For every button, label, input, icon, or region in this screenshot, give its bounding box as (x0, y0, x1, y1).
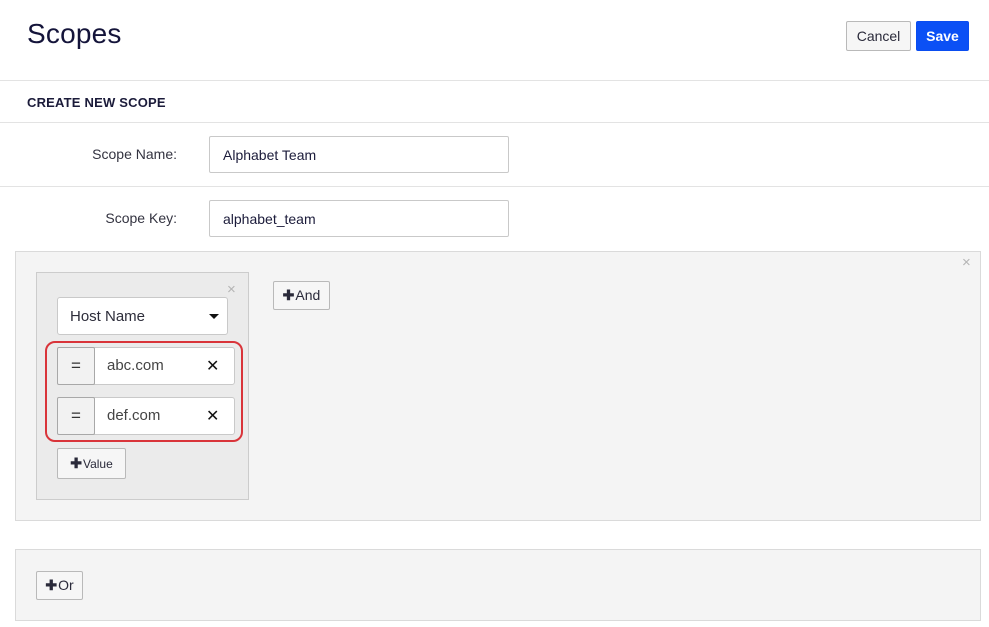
add-value-button[interactable]: ✚Value (57, 448, 126, 479)
plus-icon: ✚ (282, 287, 295, 303)
add-and-button[interactable]: ✚And (273, 281, 330, 310)
plus-icon: ✚ (45, 577, 58, 593)
field-select[interactable]: Host Name (57, 297, 228, 335)
page-header: Scopes Cancel Save (0, 0, 989, 81)
scope-name-label: Scope Name: (92, 146, 177, 162)
scope-key-row: Scope Key: (0, 187, 989, 251)
add-and-label: And (295, 287, 321, 303)
remove-condition-icon[interactable]: × (227, 282, 236, 297)
remove-value-icon[interactable]: ✕ (206, 406, 219, 426)
operator-button[interactable]: = (57, 347, 95, 385)
section-title: CREATE NEW SCOPE (27, 95, 166, 110)
value-text[interactable]: def.com (107, 407, 160, 424)
or-section: ✚Or (15, 549, 981, 621)
scope-key-label: Scope Key: (105, 210, 177, 226)
rule-group-panel: × × Host Name = abc.com ✕ = def.com ✕ ✚V… (15, 251, 981, 521)
value-text[interactable]: abc.com (107, 357, 164, 374)
cancel-button[interactable]: Cancel (846, 21, 911, 51)
condition-box: × Host Name = abc.com ✕ = def.com ✕ ✚Val… (36, 272, 249, 500)
remove-rule-group-icon[interactable]: × (962, 255, 971, 270)
value-row: = abc.com ✕ (57, 347, 235, 385)
save-button[interactable]: Save (916, 21, 969, 51)
plus-icon: ✚ (70, 455, 82, 471)
remove-value-icon[interactable]: ✕ (206, 356, 219, 376)
field-select-value: Host Name (70, 308, 146, 325)
page-title: Scopes (27, 18, 122, 49)
value-row: = def.com ✕ (57, 397, 235, 435)
scope-name-input[interactable] (209, 136, 509, 173)
scope-name-row: Scope Name: (0, 123, 989, 187)
add-or-label: Or (58, 577, 74, 593)
add-value-label: Value (82, 457, 113, 471)
operator-button[interactable]: = (57, 397, 95, 435)
caret-down-icon (209, 314, 219, 319)
section-header: CREATE NEW SCOPE (0, 81, 989, 123)
add-or-button[interactable]: ✚Or (36, 571, 83, 600)
scope-key-input[interactable] (209, 200, 509, 237)
